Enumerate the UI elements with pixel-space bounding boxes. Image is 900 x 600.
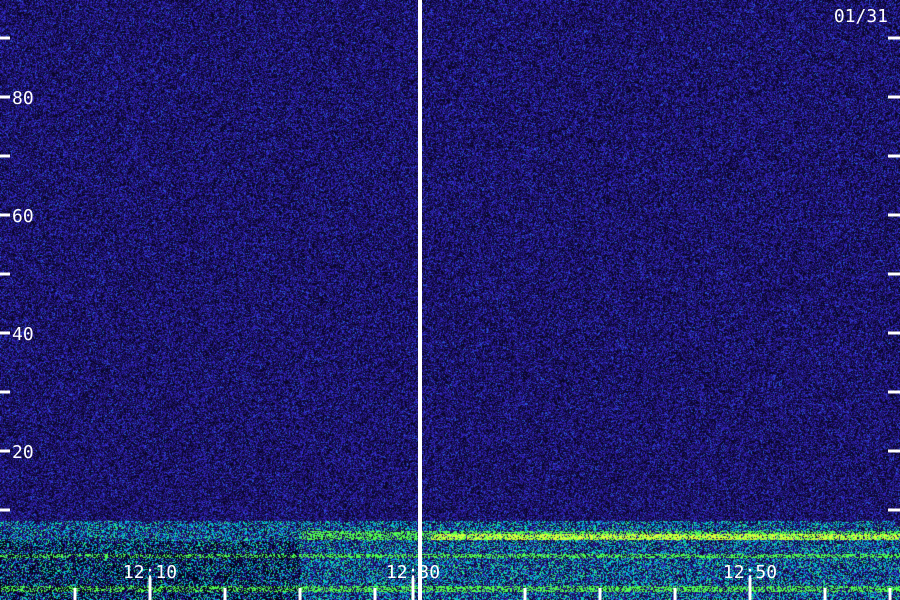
y-tick-label: 40 <box>12 324 34 345</box>
y-tick-label: 60 <box>12 206 34 227</box>
x-tick-label: 12:10 <box>123 562 177 583</box>
y-axis-right <box>888 36 900 512</box>
x-tick-label: 12:50 <box>723 562 777 583</box>
y-tick-label: 20 <box>12 442 34 463</box>
y-tick-label: 80 <box>12 88 34 109</box>
x-tick-label: 12:30 <box>386 562 440 583</box>
y-axis-left: 20406080100 <box>0 36 34 512</box>
chart-overlay: 20406080100 12:1012:3012:50 01/31 <box>0 0 900 600</box>
date-label: 01/31 <box>834 6 888 27</box>
x-axis: 12:10 12:30 12:50 <box>73 562 892 600</box>
